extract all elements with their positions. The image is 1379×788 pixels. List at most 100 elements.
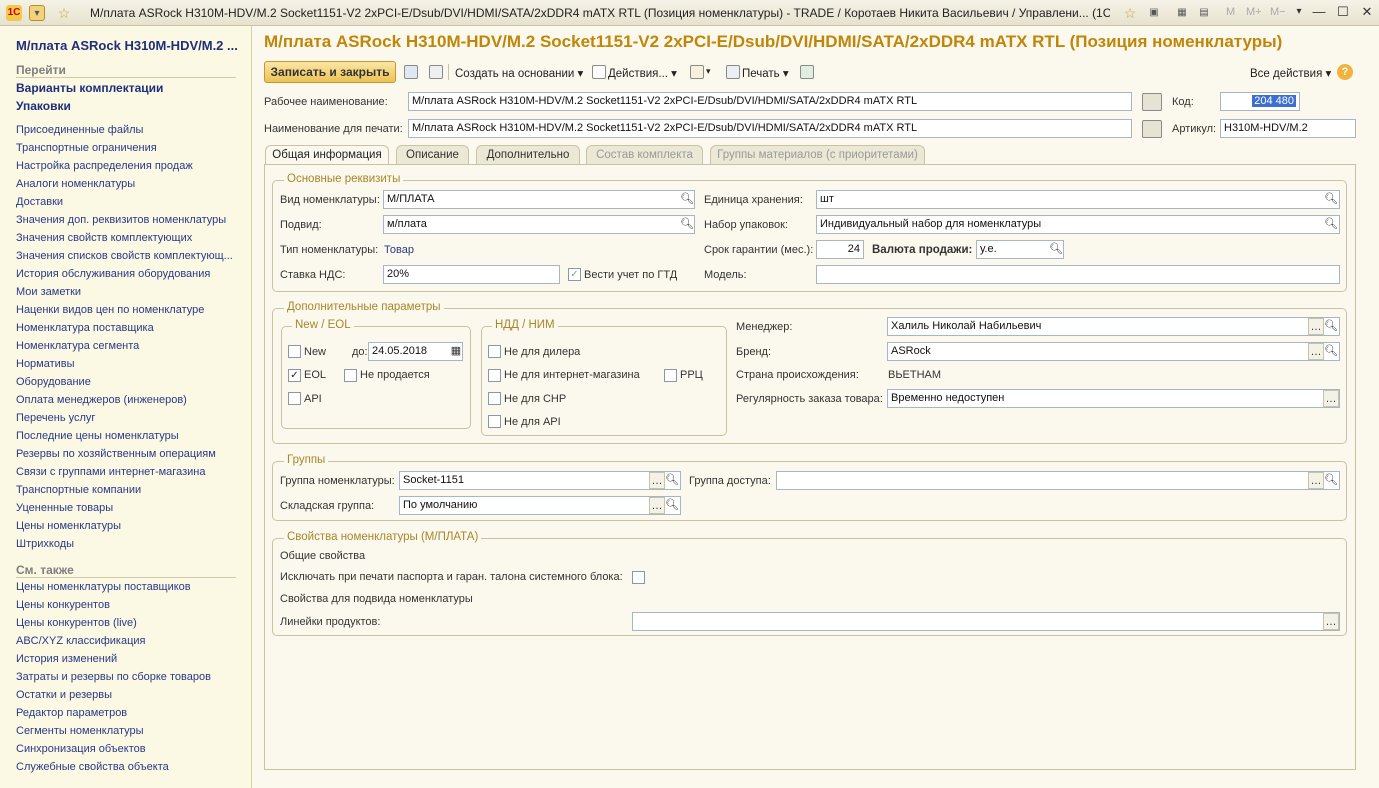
sidebar-see-also-link-10[interactable]: Служебные свойства объекта [16,761,241,773]
item-group-input[interactable]: Socket-1151 [399,471,681,490]
app-logo-icon[interactable]: 1С [6,5,22,21]
vat-input[interactable]: 20% [383,265,560,284]
help-icon[interactable]: ? [1337,64,1353,80]
search-icon[interactable]: 🔍︎ [1323,191,1339,208]
sidebar-link-18[interactable]: Резервы по хозяйственным операциям [16,448,241,460]
product-lines-select-button[interactable]: … [1323,613,1339,630]
sidebar-link-0[interactable]: Присоединенные файлы [16,124,241,136]
brand-input[interactable]: ASRock [887,342,1340,361]
search-icon[interactable]: 🔍︎ [1323,216,1339,233]
access-group-input[interactable] [776,471,1340,490]
sidebar-see-also-link-3[interactable]: ABC/XYZ классификация [16,635,241,647]
print-name-input[interactable]: М/плата ASRock H310M-HDV/M.2 Socket1151-… [408,119,1132,138]
sidebar-link-packages[interactable]: Упаковки [16,99,71,113]
sidebar-link-17[interactable]: Последние цены номенклатуры [16,430,241,442]
type-value-link[interactable]: Товар [384,244,414,256]
search-icon[interactable]: 🔍︎ [1048,241,1064,258]
regularity-input[interactable]: Временно недоступен [887,389,1340,408]
bookmark-icon[interactable]: ▣ [1146,5,1162,21]
save-icon[interactable] [404,65,418,79]
sidebar-see-also-link-0[interactable]: Цены номенклатуры поставщиков [16,581,241,593]
refresh-icon[interactable] [800,65,814,79]
sidebar-link-15[interactable]: Оплата менеджеров (инженеров) [16,394,241,406]
sidebar-link-21[interactable]: Уцененные товары [16,502,241,514]
not-sold-checkbox[interactable] [344,369,357,382]
sidebar-link-9[interactable]: Мои заметки [16,286,241,298]
sidebar-see-also-link-2[interactable]: Цены конкурентов (live) [16,617,241,629]
menu-icon[interactable]: ▾ [29,5,45,21]
calendar-icon[interactable]: ▤ [1196,5,1212,21]
regularity-select-button[interactable]: … [1323,390,1339,407]
sidebar-link-4[interactable]: Доставки [16,196,241,208]
search-icon[interactable]: 🔍︎ [1323,318,1339,335]
calendar-icon[interactable]: ▦ [448,343,464,360]
sidebar-link-5[interactable]: Значения доп. реквизитов номенклатуры [16,214,241,226]
code-input[interactable]: 204 480 [1220,92,1300,111]
not-api-checkbox[interactable] [488,415,501,428]
sidebar-link-10[interactable]: Наценки видов цен по номенклатуре [16,304,241,316]
create-based-on-button[interactable]: Создать на основании ▾ [455,66,583,80]
stock-group-select-button[interactable]: … [649,497,665,514]
save-and-close-button[interactable]: Записать и закрыть [264,61,396,83]
eol-checkbox[interactable]: ✓ [288,369,301,382]
tab-material-groups[interactable]: Группы материалов (с приоритетами) [710,145,925,164]
item-group-select-button[interactable]: … [649,472,665,489]
access-group-select-button[interactable]: … [1308,472,1324,489]
pack-input[interactable]: Индивидуальный набор для номенклатуры [816,215,1340,234]
product-lines-input[interactable] [632,612,1340,631]
search-icon[interactable]: 🔍︎ [679,216,695,233]
chevron-down-icon[interactable]: ▾ [706,66,711,77]
kind-input[interactable]: М/ПЛАТА [383,190,695,209]
memory-minus-icon[interactable]: M− [1270,6,1286,18]
search-icon[interactable]: 🔍︎ [1323,472,1339,489]
close-button[interactable]: ✕ [1356,3,1378,21]
sidebar-link-16[interactable]: Перечень услуг [16,412,241,424]
exclude-print-checkbox[interactable] [632,571,645,584]
sidebar-see-also-link-9[interactable]: Синхронизация объектов [16,743,241,755]
sidebar-link-12[interactable]: Номенклатура сегмента [16,340,241,352]
sidebar-link-8[interactable]: История обслуживания оборудования [16,268,241,280]
subkind-input[interactable]: м/плата [383,215,695,234]
rrc-checkbox[interactable] [664,369,677,382]
sidebar-see-also-link-1[interactable]: Цены конкурентов [16,599,241,611]
not-shop-checkbox[interactable] [488,369,501,382]
work-name-input[interactable]: М/плата ASRock H310M-HDV/M.2 Socket1151-… [408,92,1132,111]
sidebar-link-6[interactable]: Значения свойств комплектующих [16,232,241,244]
actions-button[interactable]: Действия... ▾ [608,66,677,80]
sidebar-link-7[interactable]: Значения списков свойств комплектующ... [16,250,241,262]
search-icon[interactable]: 🔍︎ [679,191,695,208]
sidebar-see-also-link-5[interactable]: Затраты и резервы по сборке товаров [16,671,241,683]
search-icon[interactable]: 🔍︎ [1323,343,1339,360]
search-icon[interactable]: 🔍︎ [664,497,680,514]
sidebar-link-2[interactable]: Настройка распределения продаж [16,160,241,172]
search-icon[interactable]: 🔍︎ [664,472,680,489]
sidebar-link-23[interactable]: Штрихкоды [16,538,241,550]
favorite-star-icon[interactable]: ☆ [56,5,72,21]
tab-general[interactable]: Общая информация [265,145,389,165]
sidebar-see-also-link-4[interactable]: История изменений [16,653,241,665]
translate-icon[interactable] [1142,120,1162,138]
minimize-button[interactable]: — [1308,3,1330,21]
gtd-checkbox[interactable]: ✓ [568,268,581,281]
not-dealer-checkbox[interactable] [488,345,501,358]
translate-icon[interactable] [1142,93,1162,111]
maximize-button[interactable]: ☐ [1332,3,1354,21]
tab-additional[interactable]: Дополнительно [476,145,580,164]
sidebar-link-variants[interactable]: Варианты комплектации [16,81,163,95]
sidebar-link-11[interactable]: Номенклатура поставщика [16,322,241,334]
list-icon[interactable] [429,65,443,79]
tab-kit-composition[interactable]: Состав комплекта [586,145,703,164]
sidebar-link-3[interactable]: Аналоги номенклатуры [16,178,241,190]
sidebar-see-also-link-6[interactable]: Остатки и резервы [16,689,241,701]
sidebar-link-20[interactable]: Транспортные компании [16,484,241,496]
memory-plus-icon[interactable]: M+ [1246,6,1262,18]
sidebar-see-also-link-8[interactable]: Сегменты номенклатуры [16,725,241,737]
manager-input[interactable]: Халиль Николай Набильевич [887,317,1340,336]
stock-group-input[interactable]: По умолчанию [399,496,681,515]
warranty-input[interactable]: 24 [816,240,864,259]
not-snr-checkbox[interactable] [488,392,501,405]
calculator-icon[interactable]: ▦ [1174,5,1190,21]
api-checkbox[interactable] [288,392,301,405]
brand-select-button[interactable]: … [1308,343,1324,360]
sidebar-link-13[interactable]: Нормативы [16,358,241,370]
